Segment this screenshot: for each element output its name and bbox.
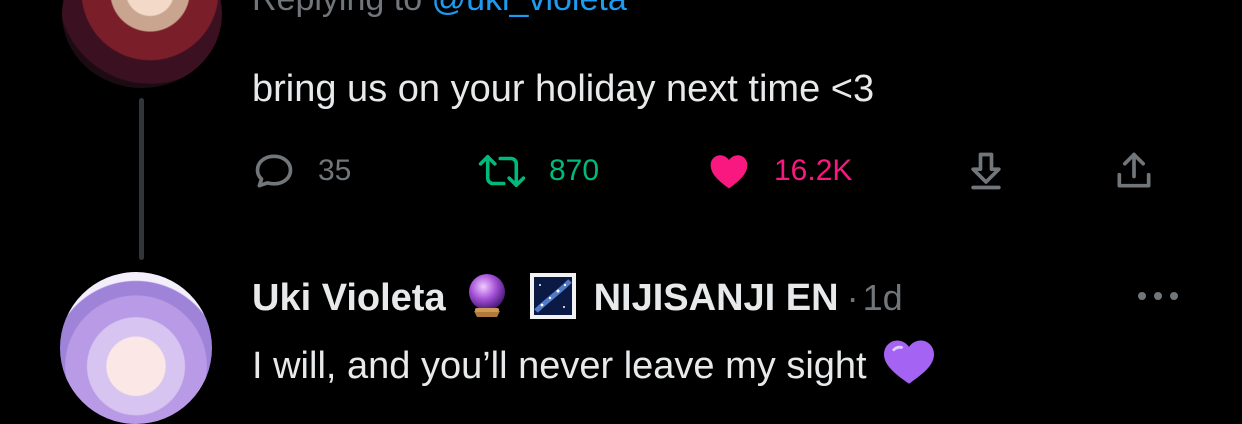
share-action[interactable] (1112, 147, 1156, 195)
reply-count: 35 (318, 154, 352, 187)
separator: · (846, 277, 859, 318)
retweet-action[interactable]: 870 (477, 147, 599, 195)
retweet-icon (477, 149, 527, 193)
timestamp[interactable]: 1d (863, 277, 903, 319)
name-suffix: NIJISANJI EN (593, 276, 839, 319)
bookmark-action[interactable] (964, 147, 1008, 195)
reply-action[interactable]: 35 (252, 147, 351, 195)
retweet-count: 870 (549, 154, 600, 187)
thread-line (139, 98, 144, 260)
reply-header: Uki Violeta NIJISANJI EN · 1d (252, 270, 903, 326)
heart-filled-icon (706, 149, 752, 193)
avatar-bottom[interactable] (60, 272, 212, 424)
replying-handle[interactable]: @uki_violeta (432, 0, 627, 18)
reply-icon (252, 149, 296, 193)
more-horizontal-icon[interactable] (1134, 286, 1182, 306)
like-action[interactable]: 16.2K (706, 147, 852, 195)
avatar-top[interactable] (62, 0, 222, 88)
replying-to-line: Replying to @uki_violeta (252, 0, 627, 19)
purple-heart-emoji (881, 336, 937, 396)
crystal-ball-emoji (462, 271, 512, 326)
replying-prefix: Replying to (252, 0, 422, 18)
display-name[interactable]: Uki Violeta (252, 277, 446, 320)
tweet-text: bring us on your holiday next time <3 (252, 68, 875, 110)
share-icon (1112, 149, 1156, 193)
milky-way-emoji (528, 271, 578, 326)
reply-text-line: I will, and you’ll never leave my sight (252, 336, 937, 396)
bookmark-download-icon (964, 149, 1008, 193)
like-count: 16.2K (774, 154, 853, 187)
reply-text: I will, and you’ll never leave my sight (252, 345, 867, 387)
